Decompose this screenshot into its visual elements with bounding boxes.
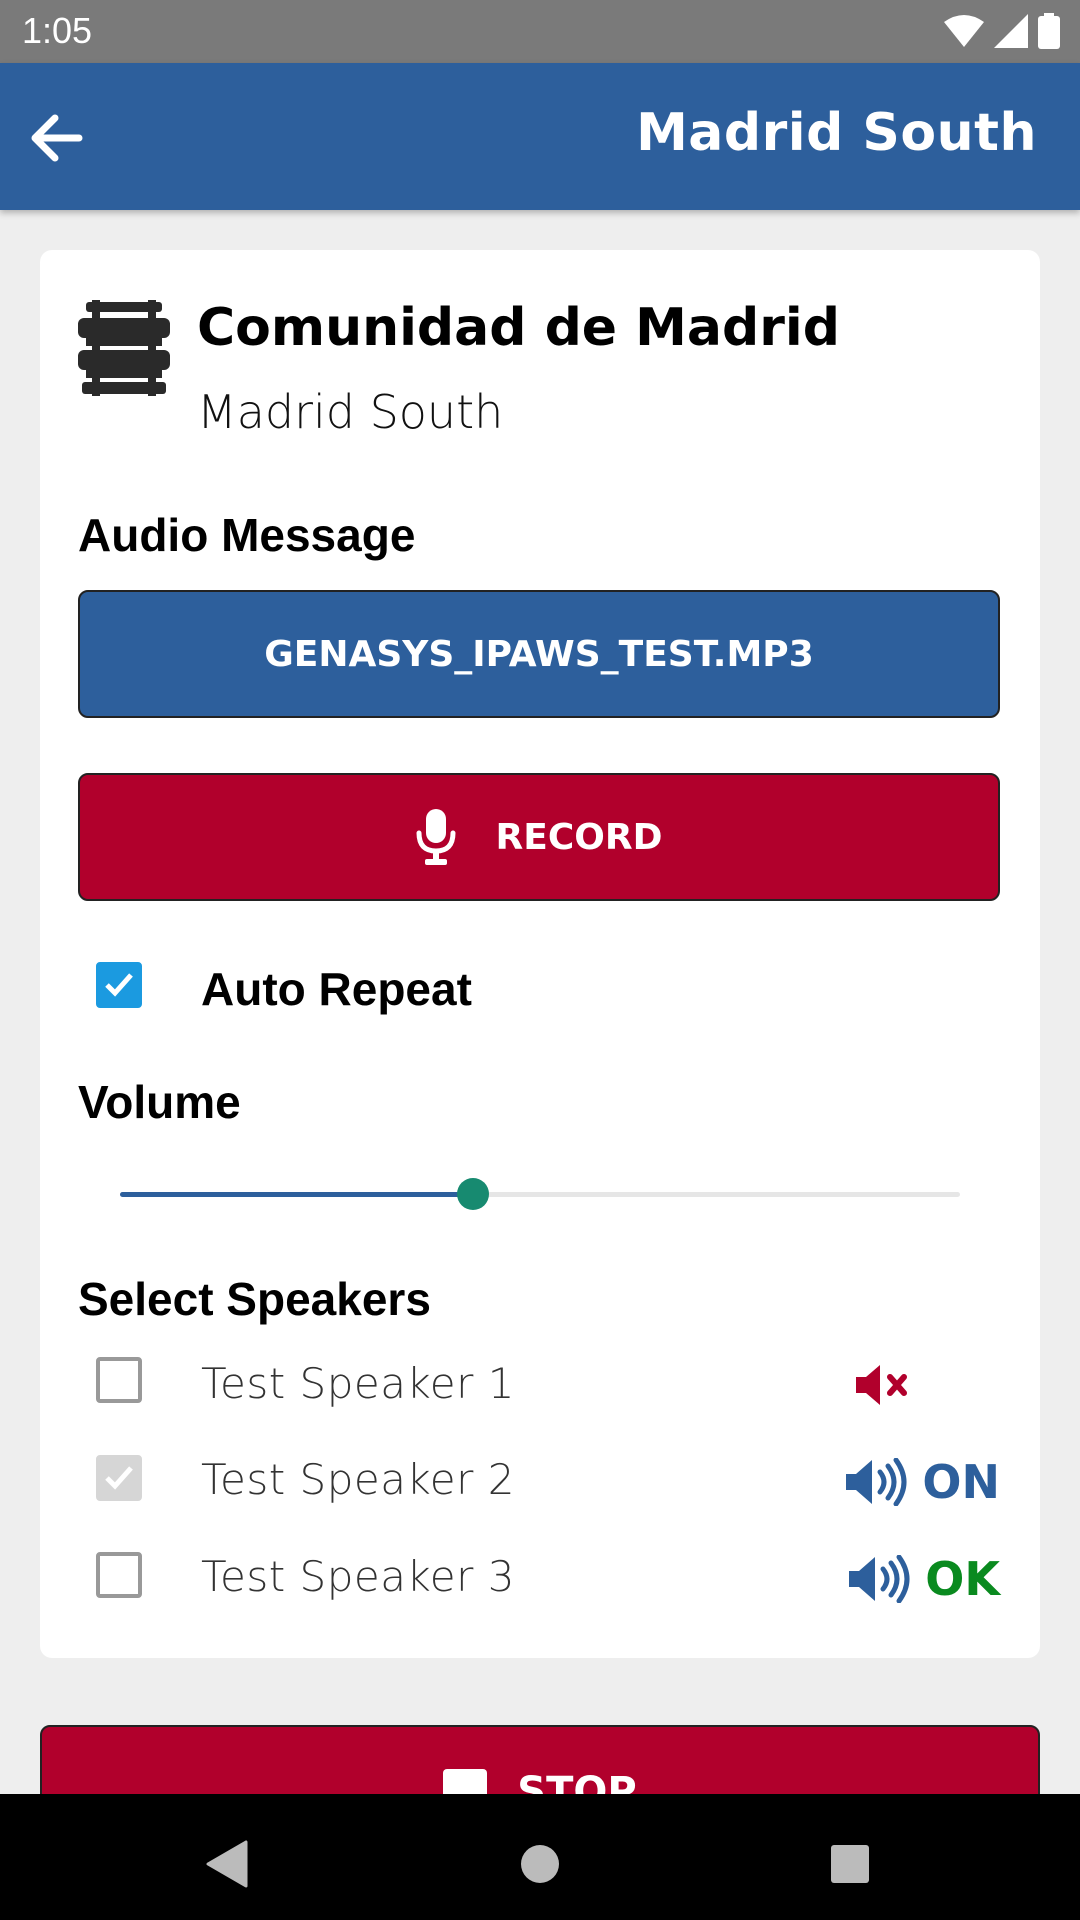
speaker-2-checkbox[interactable] [96, 1455, 142, 1501]
volume-label: Volume [78, 1076, 241, 1128]
speaker-2-status: ON [846, 1455, 1000, 1509]
arrow-left-icon [31, 114, 83, 162]
status-time: 1:05 [22, 10, 93, 51]
speaker-1-label: Test Speaker 1 [201, 1359, 515, 1408]
speaker-3-status-text: OK [925, 1552, 1000, 1606]
app-title: Madrid South [636, 103, 1037, 163]
back-button[interactable] [18, 99, 96, 177]
app-bar: Madrid South [0, 63, 1080, 210]
checkmark-icon [105, 973, 133, 997]
wifi-icon [944, 15, 984, 47]
auto-repeat-checkbox[interactable] [96, 962, 142, 1008]
siren-tower-icon [78, 300, 170, 396]
volume-slider[interactable] [120, 1175, 960, 1215]
volume-slider-fill [120, 1192, 473, 1197]
volume-slider-thumb[interactable] [457, 1178, 489, 1210]
battery-icon [1038, 13, 1060, 49]
speaker-1-checkbox[interactable] [96, 1357, 142, 1403]
org-subtitle: Madrid South [197, 385, 504, 439]
status-bar: 1:05 [0, 0, 1080, 63]
speaker-row-1: Test Speaker 1 [40, 1355, 1040, 1445]
speaker-3-checkbox[interactable] [96, 1552, 142, 1598]
navigation-bar [0, 1794, 1080, 1920]
checkmark-icon [105, 1466, 133, 1490]
speaker-on-icon [846, 1458, 907, 1506]
record-label: RECORD [495, 816, 663, 858]
speaker-3-label: Test Speaker 3 [201, 1552, 515, 1601]
circle-home-icon [521, 1845, 559, 1883]
square-recents-icon [831, 1845, 869, 1883]
speaker-1-status [856, 1365, 912, 1405]
speaker-2-label: Test Speaker 2 [201, 1455, 515, 1504]
nav-recents-button[interactable] [820, 1834, 880, 1894]
speaker-row-3: Test Speaker 3 OK [40, 1548, 1040, 1638]
speaker-muted-icon [856, 1365, 907, 1405]
speaker-on-icon [849, 1555, 910, 1603]
microphone-icon [416, 809, 456, 865]
cell-signal-icon [994, 14, 1028, 48]
nav-home-button[interactable] [510, 1834, 570, 1894]
speaker-3-status: OK [849, 1552, 1000, 1606]
audio-message-label: Audio Message [78, 509, 416, 561]
nav-back-button[interactable] [196, 1834, 256, 1894]
speaker-2-status-text: ON [922, 1455, 1000, 1509]
status-icons [944, 13, 1060, 49]
auto-repeat-label: Auto Repeat [201, 963, 472, 1015]
zone-card: Comunidad de Madrid Madrid South Audio M… [40, 250, 1040, 1658]
audio-file-button[interactable]: GENASYS_IPAWS_TEST.MP3 [78, 590, 1000, 718]
speaker-row-2: Test Speaker 2 ON [40, 1451, 1040, 1541]
triangle-back-icon [206, 1840, 248, 1888]
record-button[interactable]: RECORD [78, 773, 1000, 901]
select-speakers-label: Select Speakers [78, 1273, 431, 1325]
org-name: Comunidad de Madrid [197, 298, 840, 358]
audio-file-label: GENASYS_IPAWS_TEST.MP3 [264, 633, 814, 675]
